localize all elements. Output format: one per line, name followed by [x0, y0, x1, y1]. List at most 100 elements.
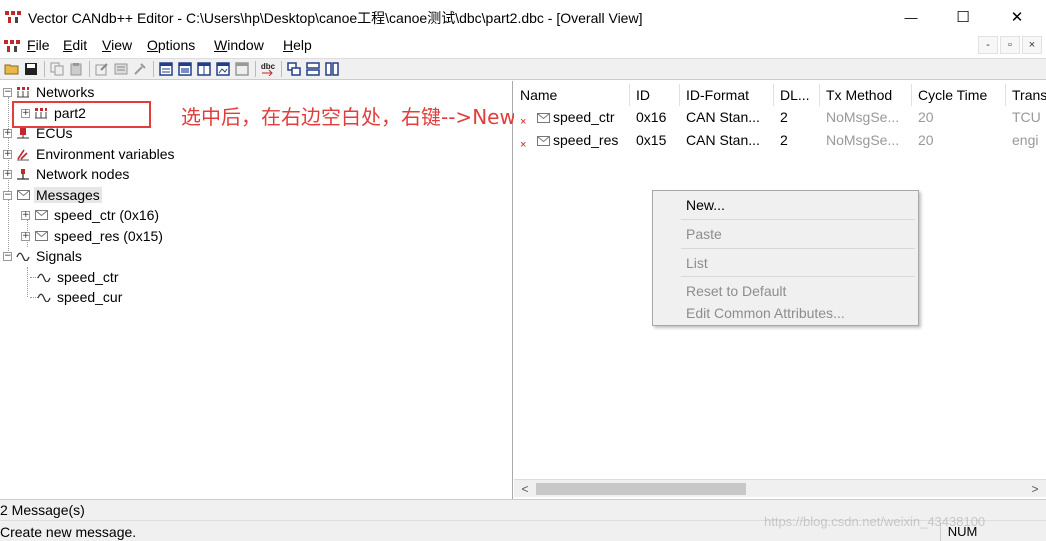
maximize-icon: ☐ [956, 8, 970, 26]
toolbar-separator [255, 61, 256, 77]
view4-icon[interactable] [215, 61, 231, 77]
signal-icon [36, 290, 52, 304]
menu-window[interactable]: Window [214, 37, 264, 53]
toolbar-separator [281, 61, 282, 77]
open-icon[interactable] [4, 61, 20, 77]
cell-transmitter: engi [1012, 132, 1039, 148]
tree-node-message-speed-ctr[interactable]: + speed_ctr (0x16) [21, 205, 161, 225]
menu-separator [681, 248, 915, 249]
environment-variable-icon [15, 147, 31, 161]
column-header-cycle-time[interactable]: Cycle Time [912, 84, 1006, 106]
edit-icon[interactable] [94, 61, 110, 77]
tree-label: Networks [36, 84, 95, 100]
collapse-toggle[interactable]: − [3, 87, 12, 97]
tree-node-signal-speed-cur[interactable]: speed_cur [36, 287, 124, 307]
status-count-text: 2 Message(s) [0, 502, 85, 518]
dbc-export-icon[interactable]: dbc [260, 61, 276, 77]
menu-item-paste[interactable]: Paste [686, 226, 722, 242]
message-icon [15, 188, 31, 202]
cell-name: speed_res [553, 132, 619, 148]
menu-item-new[interactable]: New... [686, 197, 725, 213]
tree-label: speed_cur [57, 289, 123, 305]
expand-toggle[interactable]: + [21, 210, 30, 220]
tree-node-message-speed-res[interactable]: + speed_res (0x15) [21, 226, 165, 246]
cascade-icon[interactable] [286, 61, 302, 77]
expand-toggle[interactable]: + [3, 149, 12, 159]
collapse-toggle[interactable]: − [3, 251, 12, 261]
tile-vertical-icon[interactable] [324, 61, 340, 77]
save-icon[interactable] [23, 61, 39, 77]
tile-horizontal-icon[interactable] [305, 61, 321, 77]
tree-label: Messages [34, 187, 102, 203]
scroll-right-arrow-icon[interactable]: > [1026, 480, 1044, 498]
expand-toggle[interactable]: + [21, 231, 30, 241]
menu-edit[interactable]: Edit [63, 37, 87, 53]
window-title: Vector CANdb++ Editor - C:\Users\hp\Desk… [28, 10, 643, 26]
tree-node-messages[interactable]: − Messages [3, 185, 102, 205]
column-header-transmitter[interactable]: Trans [1006, 84, 1046, 106]
tree-label: speed_ctr (0x16) [54, 207, 160, 223]
status-hint-text: Create new message. [0, 524, 137, 540]
expand-toggle[interactable]: + [3, 128, 12, 138]
menu-item-list[interactable]: List [686, 255, 708, 271]
view5-icon[interactable] [234, 61, 250, 77]
cell-id: 0x15 [636, 132, 667, 148]
dbc-export-label: dbc [260, 61, 276, 71]
maximize-button[interactable]: ☐ [940, 0, 986, 34]
mdi-close-button[interactable]: × [1022, 36, 1042, 54]
tree-node-network-nodes[interactable]: + Network nodes [3, 164, 131, 184]
column-header-dlc[interactable]: DL... [774, 84, 820, 106]
list-icon[interactable] [113, 61, 129, 77]
tree-node-networks[interactable]: − Networks [3, 82, 96, 102]
toolbar-separator [153, 61, 154, 77]
view2-icon[interactable] [177, 61, 193, 77]
column-header-id-format[interactable]: ID-Format [680, 84, 774, 106]
tree-node-signal-speed-ctr[interactable]: speed_ctr [36, 267, 120, 287]
menu-item-edit-common-attributes[interactable]: Edit Common Attributes... [686, 305, 845, 321]
menu-separator [681, 276, 915, 277]
menu-item-reset-to-default[interactable]: Reset to Default [686, 283, 786, 299]
object-tree[interactable]: − Networks + part2 + ECUs + Environment … [0, 81, 513, 499]
scroll-left-arrow-icon[interactable]: < [516, 480, 534, 498]
cell-tx-method: NoMsgSe... [826, 109, 900, 125]
message-status-icon: × [520, 139, 527, 151]
mdi-child-icon[interactable] [3, 38, 21, 54]
menu-bar: File Edit View Options Window Help - ▫ × [0, 34, 1046, 58]
mdi-restore-button[interactable]: ▫ [1000, 36, 1020, 54]
toolbar: dbc [0, 58, 1046, 80]
cell-cycle-time: 20 [918, 132, 934, 148]
column-header-name[interactable]: Name [514, 84, 630, 106]
tree-label: Environment variables [36, 146, 175, 162]
collapse-toggle[interactable]: − [3, 190, 12, 200]
menu-options[interactable]: Options [147, 37, 195, 53]
tool-icon[interactable] [132, 61, 148, 77]
column-header-id[interactable]: ID [630, 84, 680, 106]
scroll-thumb[interactable] [536, 483, 746, 495]
expand-toggle[interactable]: + [3, 169, 12, 179]
paste-icon[interactable] [68, 61, 84, 77]
mdi-minimize-button[interactable]: - [978, 36, 998, 54]
menu-view[interactable]: View [102, 37, 132, 53]
cell-dlc: 2 [780, 109, 788, 125]
overall-view-icon[interactable] [158, 61, 174, 77]
close-button[interactable]: ✕ [994, 0, 1040, 34]
cell-id: 0x16 [636, 109, 667, 125]
menu-file[interactable]: File [27, 37, 50, 53]
network-icon [15, 85, 31, 99]
column-header-tx-method[interactable]: Tx Method [820, 84, 912, 106]
tree-label: speed_ctr [57, 269, 119, 285]
horizontal-scrollbar[interactable]: < > [514, 479, 1046, 497]
minimize-button[interactable]: — [888, 0, 934, 34]
view3-icon[interactable] [196, 61, 212, 77]
cell-dlc: 2 [780, 132, 788, 148]
candb-app-icon [5, 11, 21, 23]
tree-node-environment-variables[interactable]: + Environment variables [3, 144, 177, 164]
copy-icon[interactable] [49, 61, 65, 77]
menu-help[interactable]: Help [283, 37, 312, 53]
menu-separator [681, 219, 915, 220]
cell-id-format: CAN Stan... [686, 132, 760, 148]
tree-node-signals[interactable]: − Signals [3, 246, 84, 266]
network-node-icon [15, 167, 31, 181]
tree-label: Signals [36, 248, 82, 264]
minimize-icon: — [904, 9, 918, 25]
